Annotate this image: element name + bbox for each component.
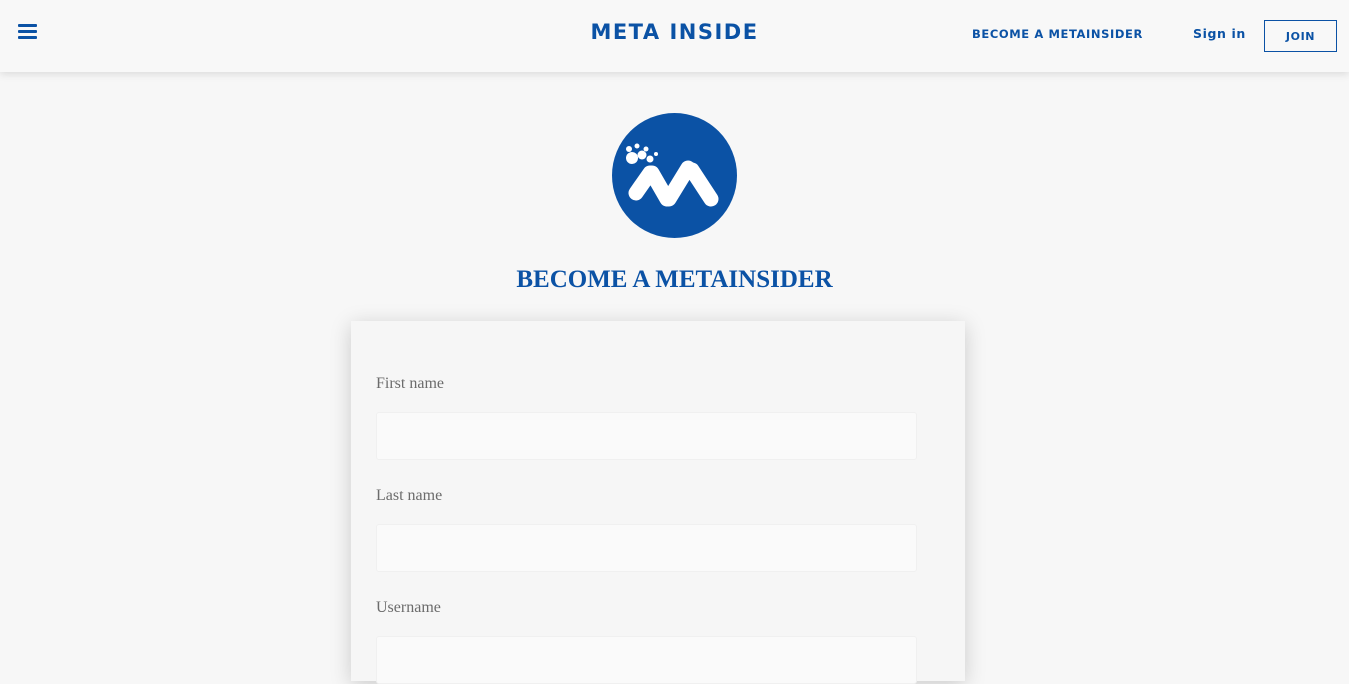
sign-in-link[interactable]: Sign in [1193, 26, 1246, 41]
signup-form-card: First name Last name Username [351, 321, 965, 684]
first-name-input[interactable] [376, 412, 917, 460]
brand-title[interactable]: META INSIDE [0, 20, 1349, 44]
join-button[interactable]: JOIN [1264, 20, 1337, 52]
first-name-label: First name [376, 375, 444, 392]
username-label: Username [376, 599, 441, 616]
become-metainsider-link[interactable]: BECOME A METAINSIDER [972, 27, 1143, 41]
top-navigation-bar: META INSIDE BECOME A METAINSIDER Sign in… [0, 0, 1349, 72]
last-name-label: Last name [376, 487, 443, 504]
meta-inside-logo-icon [612, 113, 737, 238]
page-title: BECOME A METAINSIDER [516, 266, 833, 293]
username-input[interactable] [376, 636, 917, 684]
last-name-input[interactable] [376, 524, 917, 572]
